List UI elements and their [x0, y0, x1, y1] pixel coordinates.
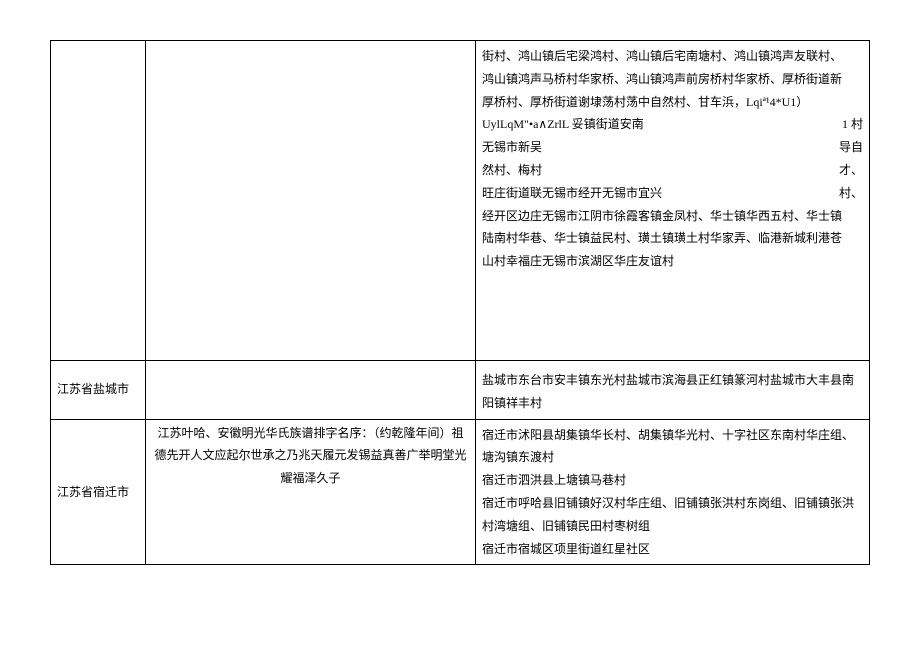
cell-notes [146, 361, 476, 420]
text-line-right: 导自 [839, 136, 863, 159]
cell-region: 江苏省盐城市 [51, 361, 146, 420]
cell-villages: 街村、鸿山镇后宅梁鸿村、鸿山镇后宅南塘村、鸿山镇鸿声友联村、 鸿山镇鸿声马桥村华… [476, 41, 870, 361]
text-line: 山村幸福庄无锡市滨湖区华庄友谊村 [482, 250, 674, 273]
text-line: 宿迁市呼哈县旧铺镇好汉村华庄组、旧铺镇张洪村东岗组、旧铺镇张洪村湾塘组、旧铺镇民… [482, 492, 863, 538]
text-line: 陆南村华巷、华士镇益民村、璜土镇璜土村华家弄、临港新城利港苍 [482, 227, 842, 250]
cell-region: 江苏省宿迁市 [51, 419, 146, 565]
text-line: 鸿山镇鸿声马桥村华家桥、鸿山镇鸿声前房桥村华家桥、厚桥街道新 [482, 68, 842, 91]
text-line: 旺庄街道联无锡市经开无锡市宜兴 [482, 182, 662, 205]
data-table: 街村、鸿山镇后宅梁鸿村、鸿山镇后宅南塘村、鸿山镇鸿声友联村、 鸿山镇鸿声马桥村华… [50, 40, 870, 565]
text-line: 厚桥村、厚桥街道谢埭荡村荡中自然村、甘车浜，Lqiª¹4*U1） [482, 91, 808, 114]
text-line: 街村、鸿山镇后宅梁鸿村、鸿山镇后宅南塘村、鸿山镇鸿声友联村、 [482, 45, 842, 68]
text-line: UylLqM"•a∧ZrlL 妥镇街道安南 [482, 113, 644, 136]
cell-notes [146, 41, 476, 361]
table-row: 江苏省宿迁市 江苏叶哈、安徽明光华氏族谱排字名序：（约乾隆年间）祖德先开人文应起… [51, 419, 870, 565]
text-line-right: 1 村 [842, 113, 863, 136]
text-line-right: 才、 [839, 159, 863, 182]
text-line: 无锡市新吴 [482, 136, 542, 159]
cell-region [51, 41, 146, 361]
table-row: 街村、鸿山镇后宅梁鸿村、鸿山镇后宅南塘村、鸿山镇鸿声友联村、 鸿山镇鸿声马桥村华… [51, 41, 870, 361]
table-row: 江苏省盐城市 盐城市东台市安丰镇东光村盐城市滨海县正红镇篆河村盐城市大丰县南阳镇… [51, 361, 870, 420]
text-line: 经开区边庄无锡市江阴市徐霞客镇金凤村、华士镇华西五村、华士镇 [482, 205, 842, 228]
cell-villages: 宿迁市沭阳县胡集镇华长村、胡集镇华光村、十字社区东南村华庄组、塘沟镇东渡村 宿迁… [476, 419, 870, 565]
text-line: 宿迁市泗洪县上塘镇马巷村 [482, 469, 863, 492]
text-line-right: 村、 [839, 182, 863, 205]
text-line: 然村、梅村 [482, 159, 542, 182]
text-line: 宿迁市宿城区项里街道红星社区 [482, 538, 863, 561]
text-line: 宿迁市沭阳县胡集镇华长村、胡集镇华光村、十字社区东南村华庄组、塘沟镇东渡村 [482, 424, 863, 470]
cell-notes: 江苏叶哈、安徽明光华氏族谱排字名序：（约乾隆年间）祖德先开人文应起尔世承之乃兆天… [146, 419, 476, 565]
cell-villages: 盐城市东台市安丰镇东光村盐城市滨海县正红镇篆河村盐城市大丰县南阳镇祥丰村 [476, 361, 870, 420]
